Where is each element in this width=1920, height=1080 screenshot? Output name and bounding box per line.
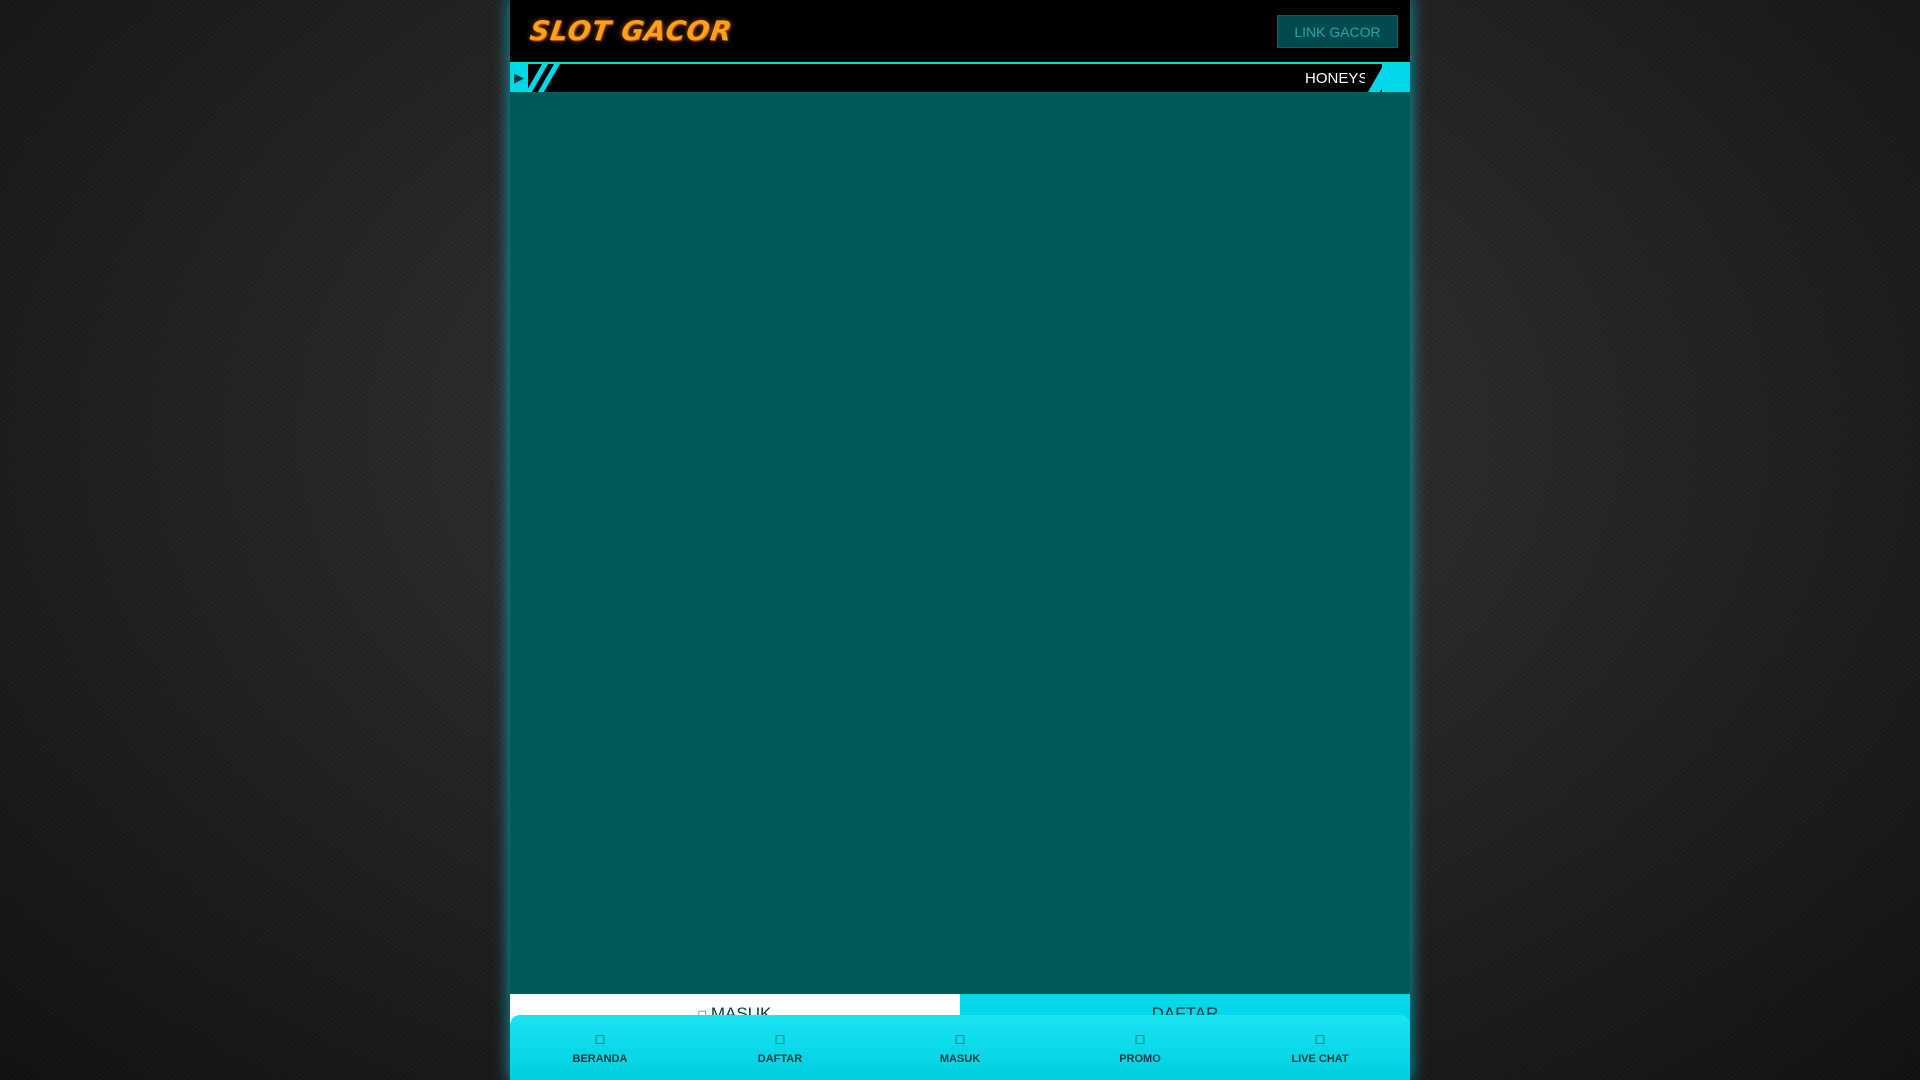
nav-label: LIVE CHAT [1291, 1053, 1349, 1065]
nav-label: PROMO [1119, 1053, 1161, 1065]
main-container: SLOT GACOR LINK GACOR ▶ HONEYSL □ MASUK … [510, 0, 1410, 1080]
nav-item-daftar[interactable]: □ DAFTAR [690, 1015, 870, 1080]
sign-in-icon: □ [955, 1031, 965, 1047]
nav-item-masuk[interactable]: □ MASUK [870, 1015, 1050, 1080]
chat-icon: □ [1315, 1031, 1325, 1047]
speaker-icon: ▶ [514, 70, 524, 85]
gift-icon: □ [1135, 1031, 1145, 1047]
nav-item-live-chat[interactable]: □ LIVE CHAT [1230, 1015, 1410, 1080]
nav-label: MASUK [939, 1053, 981, 1065]
user-plus-icon: □ [775, 1031, 785, 1047]
site-logo[interactable]: SLOT GACOR [528, 16, 735, 47]
announcement-bar: ▶ HONEYSL [510, 64, 1410, 92]
nav-item-beranda[interactable]: □ BERANDA [510, 1015, 690, 1080]
marquee-text: HONEYSL [1305, 70, 1365, 87]
bottom-navigation: □ BERANDA □ DAFTAR □ MASUK □ PROMO □ LIV… [510, 1015, 1410, 1080]
nav-item-promo[interactable]: □ PROMO [1050, 1015, 1230, 1080]
site-header: SLOT GACOR LINK GACOR [510, 0, 1410, 64]
nav-label: BERANDA [572, 1053, 628, 1065]
nav-label: DAFTAR [757, 1053, 803, 1065]
marquee-text-window: HONEYSL [555, 64, 1365, 92]
link-gacor-button[interactable]: LINK GACOR [1277, 15, 1398, 48]
marquee-right-accent [1382, 64, 1410, 92]
home-icon: □ [595, 1031, 605, 1047]
